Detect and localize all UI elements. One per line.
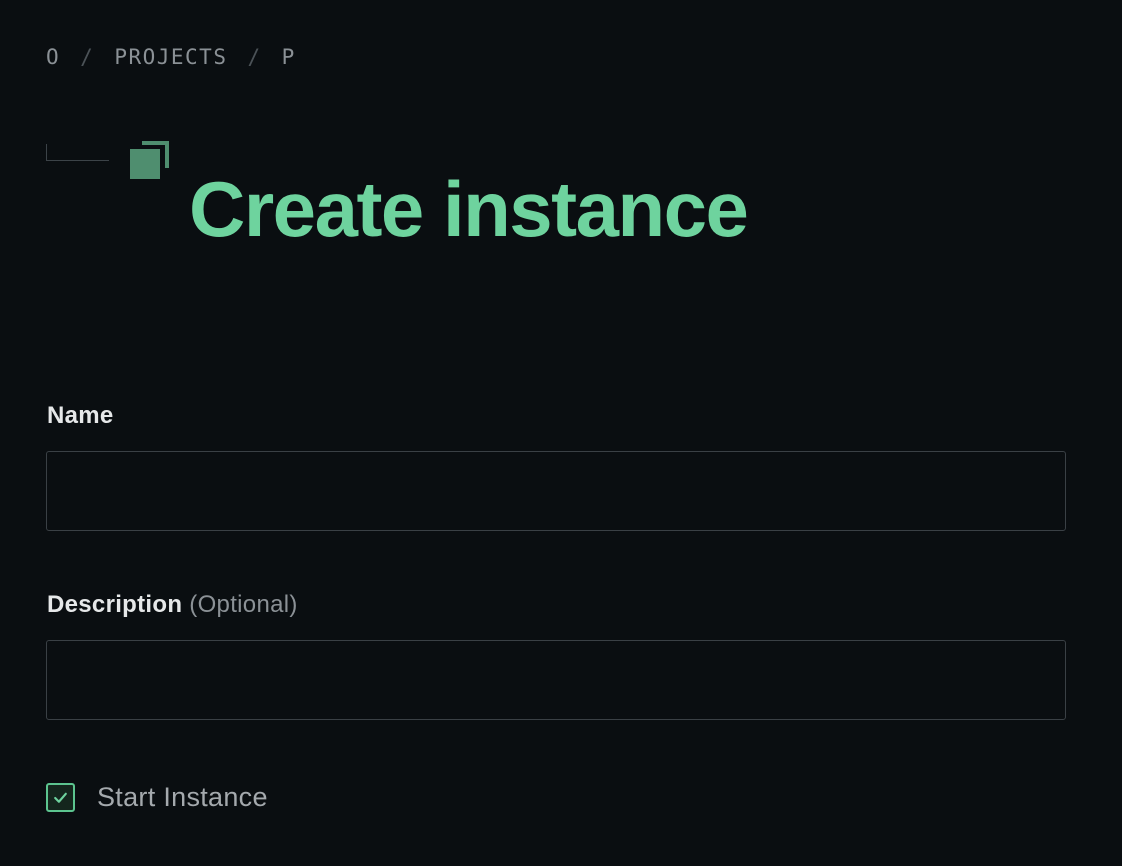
breadcrumb-item-project[interactable]: P xyxy=(282,45,296,69)
name-label-text: Name xyxy=(47,402,114,429)
breadcrumb-item-projects[interactable]: PROJECTS xyxy=(114,45,227,69)
breadcrumb-separator: / xyxy=(247,45,262,69)
page-title: Create instance xyxy=(189,165,749,254)
name-input[interactable] xyxy=(46,451,1066,531)
description-input[interactable] xyxy=(46,640,1066,720)
breadcrumb-item-org[interactable]: O xyxy=(46,45,60,69)
checkmark-icon xyxy=(54,792,67,803)
tree-connector-line xyxy=(46,144,109,161)
optional-hint: (Optional) xyxy=(189,591,298,618)
start-instance-checkbox[interactable] xyxy=(46,782,75,812)
breadcrumb-separator: / xyxy=(80,45,95,69)
start-instance-label[interactable]: Start Instance xyxy=(97,782,268,813)
start-instance-option[interactable]: Start Instance xyxy=(46,779,268,815)
description-label-text: Description xyxy=(47,591,183,618)
page-header: Create instance xyxy=(46,112,1046,253)
description-label: Description (Optional) xyxy=(47,591,298,619)
breadcrumb: O / PROJECTS / P xyxy=(46,42,296,72)
instances-icon xyxy=(130,141,169,179)
name-label: Name xyxy=(47,402,114,430)
